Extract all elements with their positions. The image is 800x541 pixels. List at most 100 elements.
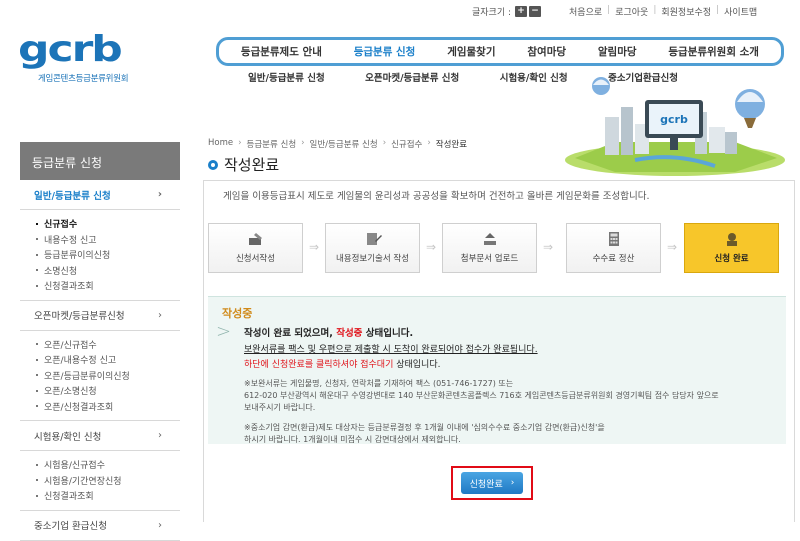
sidebar-item-test-new[interactable]: 시험용/신규접수 bbox=[36, 457, 180, 473]
status-line-2: 보완서류를 팩스 및 우편으로 제출할 시 도착이 완료되어야 접수가 완료됩니… bbox=[244, 345, 538, 355]
font-decrease-button[interactable]: − bbox=[529, 5, 542, 17]
page-title: 작성완료 bbox=[208, 154, 279, 175]
breadcrumb-separator: › bbox=[382, 138, 387, 148]
sidebar-section-general[interactable]: 일반/등급분류 신청 › bbox=[20, 180, 180, 210]
document-pen-icon bbox=[366, 233, 382, 245]
step-application-complete: 신청 완료 bbox=[684, 223, 779, 273]
status-title: 작성중 bbox=[222, 307, 253, 320]
nav-participation[interactable]: 참여마당 bbox=[527, 44, 566, 59]
breadcrumb-item[interactable]: 일반/등급분류 신청 bbox=[310, 138, 378, 150]
divider: | bbox=[607, 4, 611, 15]
nav-game-search[interactable]: 게임물찾기 bbox=[447, 44, 495, 59]
complete-icon bbox=[726, 233, 737, 246]
breadcrumb-separator: › bbox=[238, 138, 242, 148]
step-label: 내용정보기술서 작성 bbox=[335, 254, 410, 264]
font-size-label: 글자크기 : bbox=[472, 7, 512, 18]
sidebar-item-test-result[interactable]: 신청결과조회 bbox=[36, 488, 180, 504]
step-label: 신청 완료 bbox=[714, 254, 749, 264]
step-label: 수수료 정산 bbox=[592, 254, 635, 264]
sidebar-section-test[interactable]: 시험용/확인 신청 › bbox=[20, 421, 180, 451]
chevron-right-icon: › bbox=[158, 519, 162, 531]
nav-rating-apply[interactable]: 등급분류 신청 bbox=[354, 44, 416, 59]
step-content-description: 내용정보기술서 작성 bbox=[325, 223, 420, 273]
divider: | bbox=[653, 4, 657, 15]
edit-profile-link[interactable]: 회원정보수정 bbox=[661, 5, 711, 18]
sidebar-section-label: 시험용/확인 신청 bbox=[34, 431, 102, 443]
svg-text:gcrb: gcrb bbox=[660, 113, 688, 126]
step-label: 신청서작성 bbox=[235, 254, 276, 264]
subnav-general-apply[interactable]: 일반/등급분류 신청 bbox=[248, 70, 325, 84]
breadcrumb-item[interactable]: 신규접수 bbox=[391, 138, 422, 150]
sidebar-section-sme-refund[interactable]: 중소기업 환급신청 › bbox=[20, 511, 180, 541]
breadcrumb: Home › 등급분류 신청 › 일반/등급분류 신청 › 신규접수 › 작성완… bbox=[208, 138, 467, 150]
utility-links: 처음으로 | 로그아웃 | 회원정보수정 | 사이트맵 bbox=[569, 5, 757, 18]
sidebar-item-result-lookup[interactable]: 신청결과조회 bbox=[36, 278, 180, 294]
chevron-right-icon: › bbox=[510, 478, 515, 488]
upload-icon bbox=[483, 233, 496, 245]
main-nav: 등급분류제도 안내 등급분류 신청 게임물찾기 참여마당 알림마당 등급분류위원… bbox=[216, 37, 784, 66]
divider: | bbox=[716, 4, 720, 15]
subnav-openmarket-apply[interactable]: 오픈마켓/등급분류 신청 bbox=[365, 70, 459, 84]
chevron-right-icon: › bbox=[157, 189, 162, 200]
home-link[interactable]: 처음으로 bbox=[569, 5, 602, 18]
breadcrumb-current: 작성완료 bbox=[435, 140, 468, 150]
sidebar-item-new-application[interactable]: 신규접수 bbox=[36, 216, 180, 232]
status-line-3: 하단에 신청완료를 클릭하셔야 접수대기 상태입니다. bbox=[244, 360, 441, 370]
calculator-icon bbox=[608, 232, 619, 246]
status-line-1: 작성이 완료 되었으며, 작성중 상태입니다. bbox=[244, 328, 414, 339]
sidebar-item-open-explanation[interactable]: 오픈/소명신청 bbox=[36, 383, 180, 399]
sidebar-item-content-change[interactable]: 내용수정 신고 bbox=[36, 232, 180, 248]
status-message-body: 작성이 완료 되었으며, 작성중 상태입니다. 보완서류를 팩스 및 우편으로 … bbox=[244, 325, 774, 446]
intro-text: 게임을 이용등급표시 제도로 게임물의 윤리성과 공공성을 확보하며 건전하고 … bbox=[223, 191, 650, 202]
breadcrumb-home[interactable]: Home bbox=[208, 138, 233, 150]
sidebar-submenu-general: 신규접수 내용수정 신고 등급분류이의신청 소명신청 신청결과조회 bbox=[20, 210, 180, 301]
sidebar-section-label: 중소기업 환급신청 bbox=[34, 521, 107, 532]
sidebar-submenu-test: 시험용/신규접수 시험용/기간연장신청 신청결과조회 bbox=[20, 451, 180, 511]
nav-committee-intro[interactable]: 등급분류위원회 소개 bbox=[668, 44, 759, 59]
sidebar-section-label: 일반/등급분류 신청 bbox=[34, 190, 111, 202]
chevron-right-icon: > bbox=[216, 321, 232, 342]
complete-application-button[interactable]: 신청완료 › bbox=[461, 472, 523, 494]
sidebar-item-open-objection[interactable]: 오픈/등급분류이의신청 bbox=[36, 368, 180, 384]
sidebar-item-test-extension[interactable]: 시험용/기간연장신청 bbox=[36, 473, 180, 489]
header-city-illustration: gcrb bbox=[565, 77, 785, 176]
step-arrow-icon: ⇒ bbox=[666, 240, 678, 254]
note-fax-mail: ※보완서류는 게임물명, 신청자, 연락처를 기재하여 팩스 (051-746-… bbox=[244, 379, 719, 412]
step-arrow-icon: ⇒ bbox=[425, 240, 437, 254]
nav-rating-system[interactable]: 등급분류제도 안내 bbox=[241, 44, 322, 59]
note-sme-refund: ※중소기업 감면(환급)제도 대상자는 등급분류결정 후 1개월 이내에 '심의… bbox=[244, 423, 605, 444]
sidebar-submenu-openmarket: 오픈/신규접수 오픈/내용수정 신고 오픈/등급분류이의신청 오픈/소명신청 오… bbox=[20, 331, 180, 421]
title-bullet-icon bbox=[208, 159, 218, 170]
chevron-right-icon: › bbox=[158, 430, 162, 441]
sitemap-link[interactable]: 사이트맵 bbox=[724, 5, 757, 18]
page-title-text: 작성완료 bbox=[224, 156, 280, 174]
site-logo[interactable]: gcrb 게임콘텐츠등급분류위원회 bbox=[18, 29, 188, 88]
logo-mark: gcrb bbox=[18, 29, 123, 70]
sidebar-item-explanation[interactable]: 소명신청 bbox=[36, 263, 180, 279]
breadcrumb-item[interactable]: 등급분류 신청 bbox=[247, 138, 297, 150]
step-arrow-icon: ⇒ bbox=[542, 240, 554, 254]
sidebar-item-open-new[interactable]: 오픈/신규접수 bbox=[36, 337, 180, 353]
hand-pen-icon bbox=[248, 233, 262, 245]
step-application-form: 신청서작성 bbox=[208, 223, 303, 273]
step-label: 첨부문서 업로드 bbox=[460, 254, 519, 264]
breadcrumb-separator: › bbox=[301, 138, 305, 148]
font-increase-button[interactable]: + bbox=[515, 5, 528, 17]
logo-subtitle: 게임콘텐츠등급분류위원회 bbox=[38, 74, 129, 84]
sidebar-item-open-content-change[interactable]: 오픈/내용수정 신고 bbox=[36, 352, 180, 368]
sidebar: 등급분류 신청 일반/등급분류 신청 › 신규접수 내용수정 신고 등급분류이의… bbox=[20, 142, 180, 541]
utility-bar: 글자크기 : + − 처음으로 | 로그아웃 | 회원정보수정 | 사이트맵 bbox=[472, 4, 794, 18]
sidebar-title: 등급분류 신청 bbox=[20, 142, 180, 180]
nav-notices[interactable]: 알림마당 bbox=[598, 44, 637, 59]
step-attachment-upload: 첨부문서 업로드 bbox=[442, 223, 537, 273]
step-fee-settlement: 수수료 정산 bbox=[566, 223, 661, 273]
logout-link[interactable]: 로그아웃 bbox=[615, 5, 648, 18]
sidebar-section-openmarket[interactable]: 오픈마켓/등급분류신청 › bbox=[20, 301, 180, 331]
complete-button-highlight: 신청완료 › bbox=[451, 466, 533, 500]
chevron-right-icon: › bbox=[158, 309, 162, 321]
sidebar-item-objection[interactable]: 등급분류이의신청 bbox=[36, 247, 180, 263]
breadcrumb-separator: › bbox=[427, 138, 431, 148]
sidebar-section-label: 오픈마켓/등급분류신청 bbox=[34, 311, 125, 322]
status-message-box: 작성중 > 작성이 완료 되었으며, 작성중 상태입니다. 보완서류를 팩스 및… bbox=[208, 296, 786, 444]
sidebar-item-open-result[interactable]: 오픈/신청결과조회 bbox=[36, 399, 180, 415]
